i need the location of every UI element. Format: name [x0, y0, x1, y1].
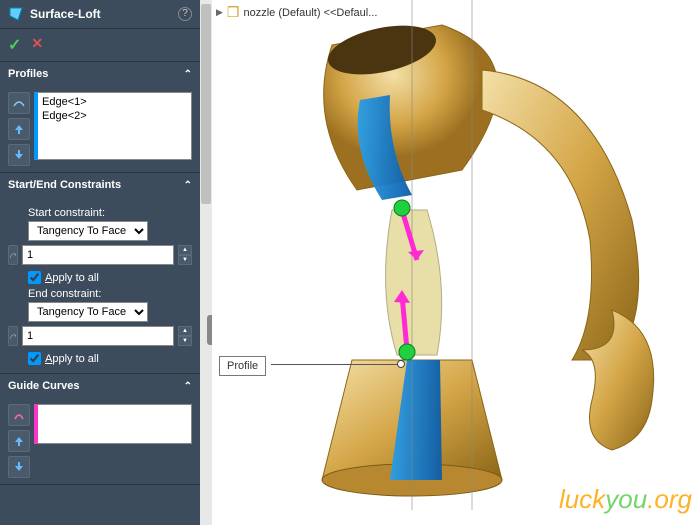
ok-button[interactable]: ✓	[8, 35, 21, 55]
end-tangent-input[interactable]	[22, 326, 174, 346]
move-down-button[interactable]	[8, 144, 30, 166]
constraints-header[interactable]: Start/End Constraints ⌃	[0, 173, 200, 197]
guide-curves-list[interactable]	[34, 404, 192, 444]
guide-curves-header-label: Guide Curves	[8, 380, 80, 392]
end-constraint-select[interactable]: Tangency To Face	[28, 302, 148, 322]
start-apply-all-checkbox[interactable]	[28, 271, 41, 284]
spin-down-button[interactable]: ▼	[178, 336, 192, 346]
start-constraint-label: Start constraint:	[28, 207, 192, 219]
guide-curves-section: Guide Curves ⌃	[0, 374, 200, 485]
scrollbar-thumb[interactable]	[201, 4, 211, 204]
confirm-row: ✓ ✕	[0, 29, 200, 62]
profiles-header-label: Profiles	[8, 68, 48, 80]
profile-selector-icon[interactable]	[8, 92, 30, 114]
viewport-3d[interactable]: ▶ ❒ nozzle (Default) <<Defaul...	[212, 0, 700, 525]
end-apply-all-checkbox[interactable]	[28, 352, 41, 365]
move-up-button[interactable]	[8, 430, 30, 452]
move-down-button[interactable]	[8, 456, 30, 478]
spin-up-button[interactable]: ▲	[178, 326, 192, 336]
profiles-header[interactable]: Profiles ⌃	[0, 62, 200, 86]
profile-handle	[399, 344, 415, 360]
callout-endpoint-icon	[397, 360, 405, 368]
spin-up-button[interactable]: ▲	[178, 245, 192, 255]
surface-loft-icon	[8, 6, 24, 22]
profiles-list[interactable]: Edge<1> Edge<2>	[34, 92, 192, 160]
collapse-icon: ⌃	[184, 69, 192, 80]
start-constraint-select[interactable]: Tangency To Face	[28, 221, 148, 241]
tangent-length-icon	[8, 245, 18, 265]
profile-handle	[394, 200, 410, 216]
property-panel: Surface-Loft ? ✓ ✕ Profiles ⌃	[0, 0, 200, 525]
model-render	[212, 0, 700, 525]
collapse-icon: ⌃	[184, 180, 192, 191]
profile-callout[interactable]: Profile	[219, 356, 266, 376]
guide-curves-header[interactable]: Guide Curves ⌃	[0, 374, 200, 398]
list-item[interactable]: Edge<2>	[40, 109, 189, 123]
start-tangent-input[interactable]	[22, 245, 174, 265]
collapse-icon: ⌃	[184, 381, 192, 392]
constraints-section: Start/End Constraints ⌃ Start constraint…	[0, 173, 200, 374]
tangent-length-icon	[8, 326, 18, 346]
watermark: luckyou.org	[559, 484, 692, 515]
end-constraint-label: End constraint:	[28, 288, 192, 300]
cancel-button[interactable]: ✕	[31, 35, 43, 55]
spin-down-button[interactable]: ▼	[178, 255, 192, 265]
callout-leader-line	[271, 364, 401, 365]
list-item[interactable]: Edge<1>	[40, 95, 189, 109]
panel-header: Surface-Loft ?	[0, 0, 200, 29]
constraints-header-label: Start/End Constraints	[8, 179, 121, 191]
start-apply-all-label: Apply to all	[45, 272, 99, 284]
help-icon[interactable]: ?	[178, 7, 192, 21]
guide-curve-selector-icon[interactable]	[8, 404, 30, 426]
end-apply-all-label: Apply to all	[45, 353, 99, 365]
profiles-section: Profiles ⌃ Edge<1> Edge<2	[0, 62, 200, 173]
move-up-button[interactable]	[8, 118, 30, 140]
panel-scrollbar[interactable]	[200, 0, 212, 525]
panel-title: Surface-Loft	[30, 7, 178, 21]
